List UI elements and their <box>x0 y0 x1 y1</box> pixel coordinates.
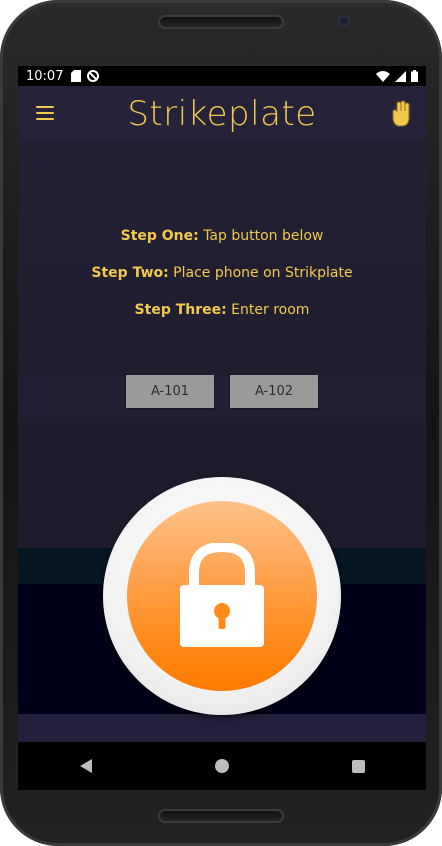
unlock-button[interactable] <box>103 477 341 715</box>
step-two-label: Step Two: <box>91 265 169 281</box>
step-two-text: Place phone on Strikplate <box>168 265 353 281</box>
bottom-speaker <box>158 809 284 823</box>
step-three-label: Step Three: <box>134 302 227 318</box>
back-icon[interactable] <box>79 759 92 773</box>
sd-card-icon <box>71 70 82 82</box>
signal-icon <box>395 70 406 82</box>
status-time: 10:07 <box>26 68 64 84</box>
status-bar: 10:07 <box>18 66 426 86</box>
wifi-icon <box>376 70 390 82</box>
app-title: Strikeplate <box>127 94 317 134</box>
top-speaker <box>158 15 284 29</box>
main-content: Step One: Tap button below Step Two: Pla… <box>18 142 426 742</box>
step-one-text: Tap button below <box>198 228 324 244</box>
room-buttons: A-101 A-102 <box>126 375 318 408</box>
sync-disabled-icon <box>87 70 100 82</box>
instructions: Step One: Tap button below Step Two: Pla… <box>18 225 426 336</box>
step-two: Step Two: Place phone on Strikplate <box>18 262 426 299</box>
screen: 10:07 Strikeplate Step One: Tap button b… <box>18 66 426 742</box>
room-button-a102[interactable]: A-102 <box>230 375 318 408</box>
front-camera <box>338 15 350 27</box>
home-icon[interactable] <box>214 759 229 773</box>
step-three: Step Three: Enter room <box>18 299 426 336</box>
navigation-bar <box>18 742 426 790</box>
battery-icon <box>411 70 418 82</box>
step-three-text: Enter room <box>226 302 310 318</box>
lock-icon <box>180 543 264 647</box>
recents-icon[interactable] <box>351 759 365 773</box>
step-one-label: Step One: <box>120 228 199 244</box>
app-bar: Strikeplate <box>18 86 426 142</box>
room-button-a101[interactable]: A-101 <box>126 375 214 408</box>
step-one: Step One: Tap button below <box>18 225 426 262</box>
hand-icon[interactable] <box>390 100 412 128</box>
